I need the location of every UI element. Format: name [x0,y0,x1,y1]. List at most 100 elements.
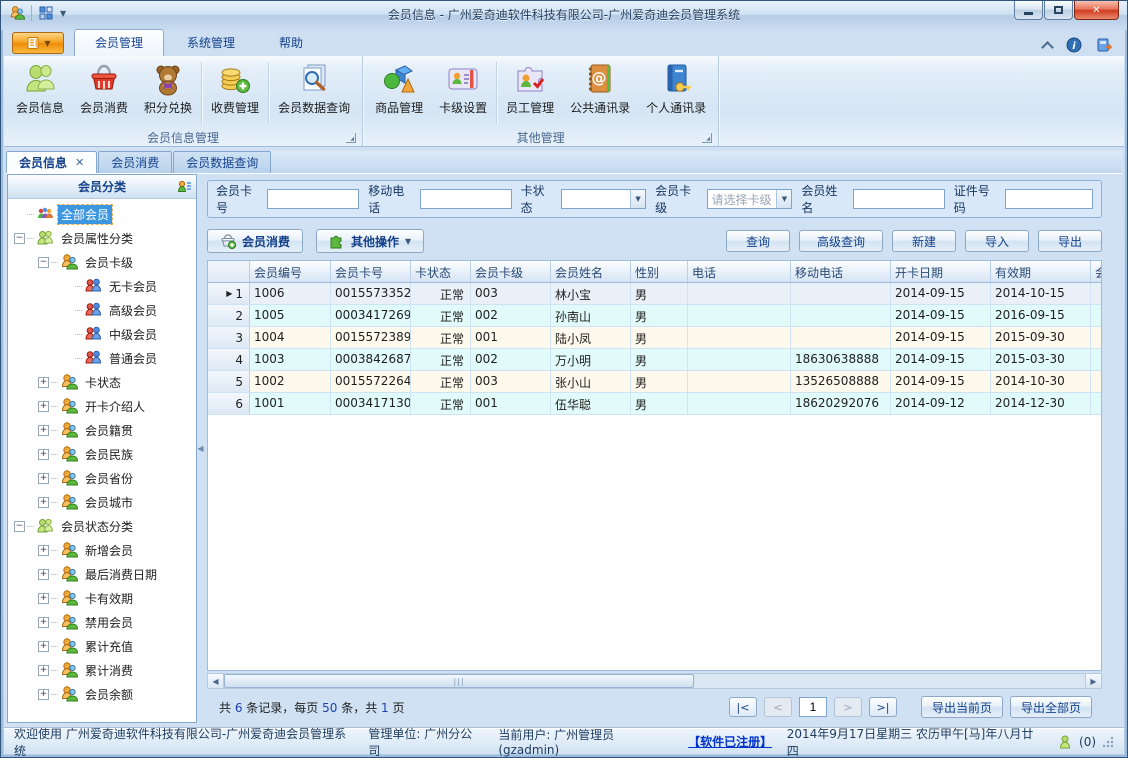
tree-item-16[interactable]: + 最后消费日期 [8,562,196,586]
tree-item-8[interactable]: + 卡状态 [8,370,196,394]
last-page-button[interactable]: >| [868,697,897,717]
combo-dropdown-icon[interactable]: ▼ [776,190,792,208]
tree-item-7[interactable]: 普通会员 [8,346,196,370]
grid-cell[interactable] [1091,371,1101,392]
scroll-right-button[interactable]: ▶ [1085,674,1101,688]
grid-cell[interactable]: 1004 [250,327,331,348]
scroll-left-button[interactable]: ◀ [208,674,224,688]
member-query-button[interactable]: 会员数据查询 [270,58,358,128]
tree-plus-box[interactable]: + [38,448,49,460]
grid-cell[interactable] [1091,393,1101,414]
tree-item-2[interactable]: − 会员属性分类 [8,226,196,250]
grid-cell[interactable]: 张小山 [551,371,631,392]
grid-cell[interactable]: 正常 [411,393,471,414]
row-indicator-cell[interactable]: 3 [208,327,250,348]
grid-cell[interactable]: 1001 [250,393,331,414]
dialog-launcher-icon[interactable] [702,133,713,143]
grid-cell[interactable]: 正常 [411,349,471,370]
grid-cell[interactable]: 2014-12-30 [991,393,1091,414]
qat-dropdown-caret[interactable]: ▼ [60,9,66,18]
grid-header-cell[interactable]: 会员编号 [250,261,331,282]
tree-item-11[interactable]: + 会员民族 [8,442,196,466]
grid-cell[interactable]: 正常 [411,305,471,326]
grid-cell[interactable]: 伍华聪 [551,393,631,414]
grid-cell[interactable]: 男 [631,349,688,370]
grid-cell[interactable]: 2015-03-30 [991,349,1091,370]
grid-row[interactable]: 2 1005 0003417269 正常 002 孙南山男 2014-09-15 2016-0… [208,305,1101,327]
grid-row[interactable]: 5 1002 0015572264 正常 003 张小山男 13526508888 2014-… [208,371,1101,393]
grid-cell[interactable]: 男 [631,283,688,304]
tree-item-18[interactable]: + 禁用会员 [8,610,196,634]
grid-cell[interactable] [791,283,891,304]
grid-cell[interactable]: 0015572389 [331,327,411,348]
tree-plus-box[interactable]: + [38,616,49,628]
software-registered-link[interactable]: 【软件已注册】 [688,733,772,750]
grid-cell[interactable]: 2014-09-15 [891,349,991,370]
grid-cell[interactable]: 1003 [250,349,331,370]
tree-plus-box[interactable]: + [38,400,49,412]
grid-header-cell[interactable]: 会员卡级 [471,261,551,282]
row-indicator-cell[interactable]: 6 [208,393,250,414]
tree-plus-box[interactable]: + [38,424,49,436]
tree-plus-box[interactable]: + [38,640,49,652]
grid-cell[interactable] [688,283,791,304]
tree-item-20[interactable]: + 累计消费 [8,658,196,682]
grid-cell[interactable] [688,371,791,392]
search-input-6[interactable] [1005,189,1094,209]
combo-dropdown-icon[interactable]: ▼ [630,190,646,208]
grid-cell[interactable]: 1002 [250,371,331,392]
grid-cell[interactable]: 2014-09-15 [891,327,991,348]
grid-cell[interactable]: 003 [471,283,551,304]
grid-cell[interactable]: 1005 [250,305,331,326]
grid-cell[interactable]: 0015573352 [331,283,411,304]
grid-header-cell[interactable]: 会员卡号 [331,261,411,282]
ribbon-tab-3[interactable]: 帮助 [258,29,324,56]
search-input-1[interactable] [267,189,360,209]
grid-header-cell[interactable] [208,261,250,282]
export-all-pages-button[interactable]: 导出全部页 [1009,696,1092,718]
info-icon[interactable]: i [1066,37,1082,53]
grid-cell[interactable]: 男 [631,327,688,348]
basket-plus-toolbar-button[interactable]: 会员消费 [207,229,304,253]
grid-cell[interactable]: 13526508888 [791,371,891,392]
grid-cell[interactable]: 0003842687 [331,349,411,370]
grid-header-cell[interactable]: 有效期 [991,261,1091,282]
grid-cell[interactable]: 万小明 [551,349,631,370]
search-input-2[interactable] [419,189,512,209]
exit-icon[interactable] [1096,36,1114,54]
grid-cell[interactable]: 2015-09-30 [991,327,1091,348]
grid-cell[interactable] [791,327,891,348]
grid-cell[interactable]: 2016-09-15 [991,305,1091,326]
doc-tab-1[interactable]: 会员信息 ✕ [6,151,98,173]
grid-cell[interactable]: 男 [631,305,688,326]
tree-plus-box[interactable]: + [38,688,49,700]
tree-plus-box[interactable]: + [38,472,49,484]
grid-cell[interactable]: 003 [471,371,551,392]
tree-plus-box[interactable]: + [38,496,49,508]
tree-item-17[interactable]: + 卡有效期 [8,586,196,610]
grid-cell[interactable]: 0015572264 [331,371,411,392]
puzzle-toolbar-button[interactable]: 其他操作 ▼ [316,229,425,253]
action-button-3[interactable]: 新建 [892,230,956,252]
tree-plus-box[interactable]: + [38,544,49,556]
tree-minus-box[interactable]: − [14,520,25,532]
close-tab-icon[interactable]: ✕ [75,156,84,169]
grid-cell[interactable] [688,349,791,370]
close-button[interactable]: ✕ [1074,1,1119,20]
tree-item-12[interactable]: + 会员省份 [8,466,196,490]
tree-plus-box[interactable]: + [38,376,49,388]
search-input-5[interactable] [852,189,945,209]
tree-plus-box[interactable]: + [38,664,49,676]
grid-cell[interactable]: 正常 [411,327,471,348]
grid-cell[interactable]: 孙南山 [551,305,631,326]
grid-cell[interactable]: 18620292076 [791,393,891,414]
layout-grid-icon[interactable] [38,5,54,21]
grid-header-cell[interactable]: 会员姓名 [551,261,631,282]
ribbon-tab-2[interactable]: 系统管理 [166,29,256,56]
page-number-input[interactable] [798,697,827,717]
grid-cell[interactable]: 001 [471,393,551,414]
grid-cell[interactable]: 0003417130 [331,393,411,414]
tree-item-9[interactable]: + 开卡介绍人 [8,394,196,418]
sidebar-splitter[interactable]: ◀ [197,174,204,723]
export-current-page-button[interactable]: 导出当前页 [920,696,1003,718]
